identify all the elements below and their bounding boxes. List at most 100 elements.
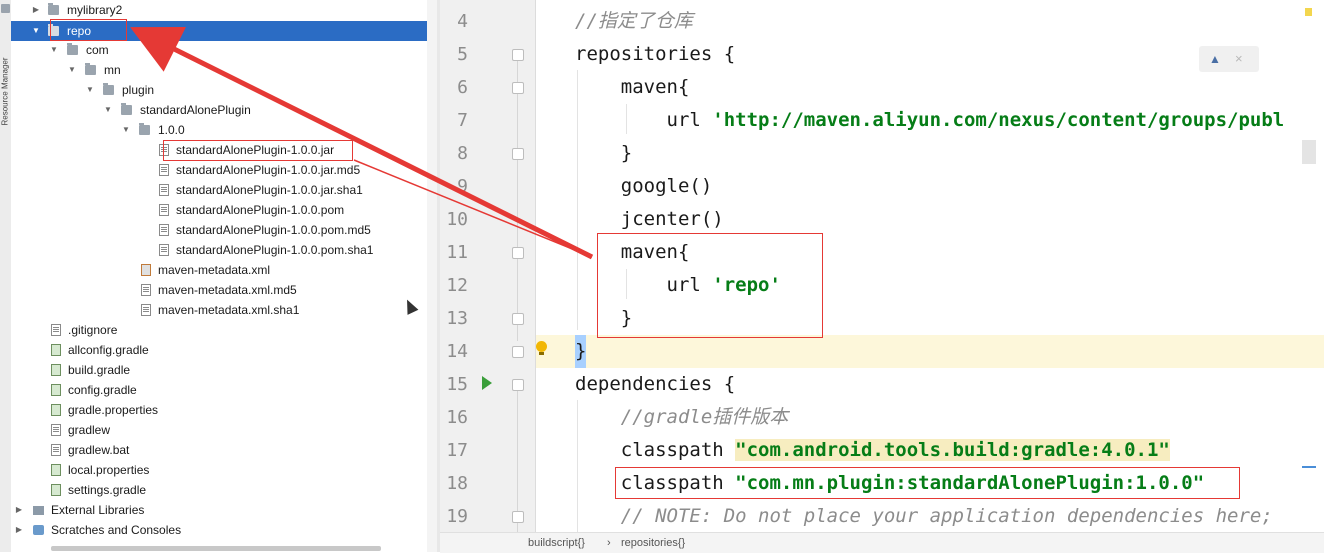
gradle-file-icon	[51, 384, 61, 396]
collapse-arrow-icon[interactable]: ▼	[49, 40, 59, 60]
code-text: maven{	[575, 241, 690, 263]
gradle-file-icon	[51, 484, 61, 496]
tree-item-label: settings.gradle	[68, 483, 147, 497]
breadcrumb: buildscript{} › repositories{}	[440, 532, 1324, 553]
code-line-7: url 'http://maven.aliyun.com/nexus/conte…	[440, 104, 1324, 137]
breadcrumb-separator: ›	[607, 537, 611, 549]
code-line-18: classpath "com.mn.plugin:standardAlonePl…	[440, 467, 1324, 500]
tree-item-allconfig-gradle[interactable]: allconfig.gradle	[11, 340, 437, 360]
tree-item-mylibrary2[interactable]: ▶ mylibrary2	[11, 0, 437, 20]
tree-item-repo[interactable]: ▼ repo	[11, 21, 437, 41]
code-line-8: }	[440, 137, 1324, 170]
code-string: 'http://maven.aliyun.com/nexus/content/g…	[712, 109, 1285, 131]
code-text: }	[575, 335, 587, 368]
tree-item-label: standardAlonePlugin-1.0.0.jar	[176, 143, 335, 157]
scratches-icon	[33, 525, 44, 535]
code-text: classpath	[575, 439, 736, 461]
file-icon	[159, 184, 169, 196]
file-icon	[141, 284, 151, 296]
tree-item-build-gradle[interactable]: build.gradle	[11, 360, 437, 380]
tree-item-gitignore[interactable]: .gitignore	[11, 320, 437, 340]
code-text: }	[575, 307, 633, 329]
tree-item-external-libraries[interactable]: ▶ External Libraries	[11, 500, 437, 520]
tree-item-label: standardAlonePlugin-1.0.0.jar.sha1	[176, 183, 363, 197]
code-line-4: //指定了仓库	[440, 5, 1324, 38]
resource-manager-tab[interactable]: Resource Manager	[0, 26, 11, 125]
tree-item-label: maven-metadata.xml.sha1	[158, 303, 300, 317]
file-icon	[51, 424, 61, 436]
folder-icon	[85, 63, 96, 75]
code-line-19: // NOTE: Do not place your application d…	[440, 500, 1324, 532]
tree-item-gradlew[interactable]: gradlew	[11, 420, 437, 440]
tree-item-pom-sha1[interactable]: standardAlonePlugin-1.0.0.pom.sha1	[11, 240, 437, 260]
tree-item-label: local.properties	[68, 463, 150, 477]
file-icon	[51, 444, 61, 456]
tree-item-jar-md5[interactable]: standardAlonePlugin-1.0.0.jar.md5	[11, 160, 437, 180]
code-text: url	[575, 274, 713, 296]
tree-item-jar[interactable]: standardAlonePlugin-1.0.0.jar	[11, 140, 437, 160]
tree-item-label: allconfig.gradle	[68, 343, 149, 357]
tree-item-label: standardAlonePlugin-1.0.0.jar.md5	[176, 163, 361, 177]
code-line-5: repositories {	[440, 38, 1324, 71]
tree-item-scratches[interactable]: ▶ Scratches and Consoles	[11, 520, 437, 540]
expand-arrow-icon[interactable]: ▶	[14, 520, 24, 540]
close-icon[interactable]: ×	[1235, 51, 1243, 67]
tree-item-version[interactable]: ▼ 1.0.0	[11, 120, 437, 140]
tree-item-pom[interactable]: standardAlonePlugin-1.0.0.pom	[11, 200, 437, 220]
tree-item-maven-metadata[interactable]: maven-metadata.xml	[11, 260, 437, 280]
tree-horizontal-scrollbar[interactable]	[51, 546, 381, 551]
code-comment: //gradle插件版本	[575, 406, 789, 428]
gradle-elephant-icon[interactable]: ▲	[1209, 53, 1223, 65]
collapse-arrow-icon[interactable]: ▼	[67, 60, 77, 80]
tree-item-com[interactable]: ▼ com	[11, 40, 437, 60]
tree-item-plugin[interactable]: ▼ plugin	[11, 80, 437, 100]
tree-item-config-gradle[interactable]: config.gradle	[11, 380, 437, 400]
change-marker[interactable]	[1302, 466, 1316, 468]
editor-scrollbar[interactable]	[1302, 0, 1324, 532]
tree-scrollbar[interactable]	[427, 0, 437, 552]
resource-manager-icon[interactable]	[1, 4, 10, 13]
code-text: dependencies {	[575, 373, 736, 395]
tree-item-label: gradlew	[68, 423, 111, 437]
tree-item-gradle-properties[interactable]: gradle.properties	[11, 400, 437, 420]
expand-arrow-icon[interactable]: ▶	[14, 500, 24, 520]
collapse-arrow-icon[interactable]: ▼	[85, 80, 95, 100]
folder-icon	[103, 83, 114, 95]
collapse-arrow-icon[interactable]: ▼	[121, 120, 131, 140]
tree-item-settings-gradle[interactable]: settings.gradle	[11, 480, 437, 500]
tree-item-maven-metadata-md5[interactable]: maven-metadata.xml.md5	[11, 280, 437, 300]
project-tree: ▶ mylibrary2 ▼ repo ▼ com ▼ mn ▼ plugin …	[11, 0, 437, 552]
file-icon	[159, 164, 169, 176]
code-text: jcenter()	[575, 208, 724, 230]
code-text: classpath	[575, 472, 736, 494]
code-line-10: jcenter()	[440, 203, 1324, 236]
expand-arrow-icon[interactable]: ▶	[31, 0, 41, 20]
tree-item-maven-metadata-sha1[interactable]: maven-metadata.xml.sha1	[11, 300, 437, 320]
warning-marker[interactable]	[1305, 8, 1312, 16]
tree-item-label: com	[86, 43, 109, 57]
tree-item-standardaloneplugin[interactable]: ▼ standardAlonePlugin	[11, 100, 437, 120]
breadcrumb-item[interactable]: repositories{}	[621, 533, 685, 553]
gradle-sync-toolbar: ▲ ×	[1199, 46, 1259, 72]
file-icon	[141, 304, 151, 316]
tree-item-label: standardAlonePlugin-1.0.0.pom.md5	[176, 223, 371, 237]
code-editor[interactable]: 4 5 6 7 8 9 10 11 12 13 14 15 16 17 18 1…	[440, 0, 1324, 532]
code-line-14: }	[440, 335, 1324, 368]
collapse-arrow-icon[interactable]: ▼	[103, 100, 113, 120]
tree-item-gradlew-bat[interactable]: gradlew.bat	[11, 440, 437, 460]
tree-item-mn[interactable]: ▼ mn	[11, 60, 437, 80]
code-line-15: dependencies {	[440, 368, 1324, 401]
tree-item-label: gradle.properties	[68, 403, 159, 417]
collapse-arrow-icon[interactable]: ▼	[31, 21, 41, 41]
tree-item-label: mylibrary2	[67, 3, 123, 17]
tree-item-label: maven-metadata.xml.md5	[158, 283, 297, 297]
breadcrumb-item[interactable]: buildscript{}	[528, 533, 585, 553]
scroll-thumb[interactable]	[1302, 140, 1316, 164]
code-line-9: google()	[440, 170, 1324, 203]
tree-item-jar-sha1[interactable]: standardAlonePlugin-1.0.0.jar.sha1	[11, 180, 437, 200]
tree-item-label: build.gradle	[68, 363, 131, 377]
code-text: }	[575, 142, 633, 164]
tree-item-local-properties[interactable]: local.properties	[11, 460, 437, 480]
tree-item-pom-md5[interactable]: standardAlonePlugin-1.0.0.pom.md5	[11, 220, 437, 240]
tree-item-label: External Libraries	[51, 503, 145, 517]
